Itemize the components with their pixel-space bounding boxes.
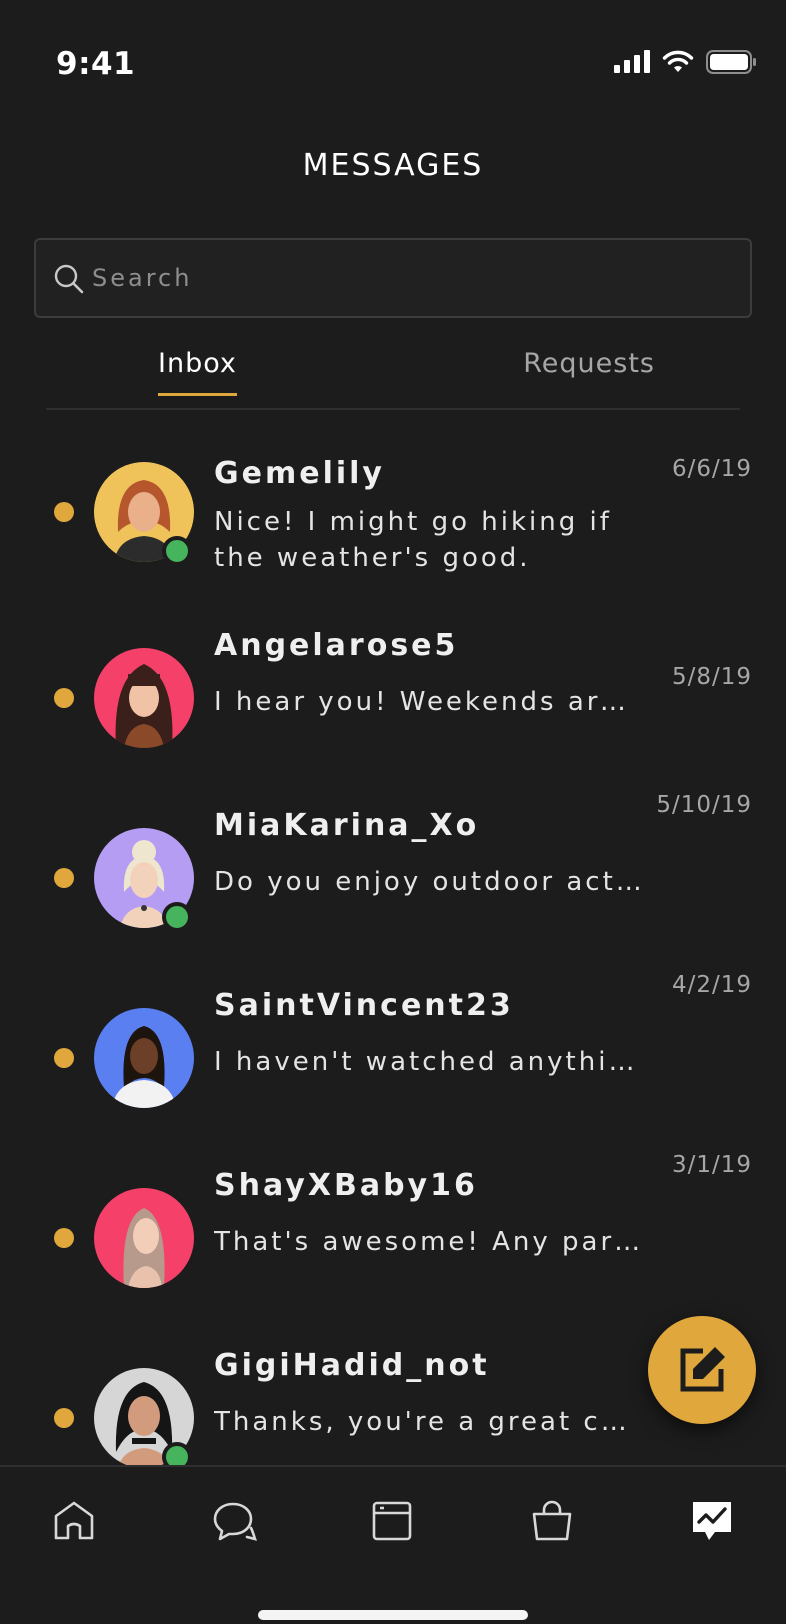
conversation-row[interactable]: Gemelily Nice! I might go hiking if the …	[0, 440, 786, 620]
message-preview: I haven't watched anythin…	[214, 1047, 644, 1077]
conversation-row[interactable]: MiaKarina_Xo Do you enjoy outdoor act… 5…	[0, 792, 786, 986]
contact-name: Angelarose5	[214, 628, 459, 663]
battery-icon	[706, 50, 756, 74]
contact-name: MiaKarina_Xo	[214, 808, 480, 843]
conversation-list: Gemelily Nice! I might go hiking if the …	[0, 410, 786, 1465]
message-preview: Thanks, you're a great ch…	[214, 1407, 644, 1437]
search-icon	[54, 264, 84, 294]
wifi-icon	[662, 50, 694, 72]
nav-chat[interactable]	[208, 1495, 260, 1547]
message-preview: Do you enjoy outdoor act…	[214, 867, 644, 897]
online-indicator	[162, 902, 192, 932]
message-tabs: Inbox Requests	[46, 340, 740, 410]
unread-indicator	[54, 1408, 74, 1428]
unread-indicator	[54, 688, 74, 708]
search-input[interactable]	[92, 240, 732, 316]
message-date: 6/6/19	[671, 456, 752, 482]
unread-indicator	[54, 1228, 74, 1248]
compose-button[interactable]	[648, 1316, 756, 1424]
avatar[interactable]	[94, 648, 194, 748]
message-date: 4/2/19	[671, 972, 752, 998]
unread-indicator	[54, 502, 74, 522]
tab-requests[interactable]: Requests	[523, 348, 655, 379]
messages-icon	[693, 1502, 731, 1540]
message-date: 5/10/19	[656, 792, 752, 818]
message-date: 5/8/19	[671, 664, 752, 690]
nav-feed[interactable]	[366, 1495, 418, 1547]
contact-name: Gemelily	[214, 456, 385, 491]
home-icon	[54, 1501, 94, 1540]
unread-indicator	[54, 868, 74, 888]
nav-shop[interactable]	[526, 1495, 578, 1547]
unread-indicator	[54, 1048, 74, 1068]
home-indicator	[258, 1610, 528, 1620]
compose-icon	[680, 1347, 725, 1392]
message-date: 3/1/19	[671, 1152, 752, 1178]
message-preview: I hear you! Weekends are…	[214, 687, 644, 717]
avatar-image	[94, 648, 194, 748]
status-time: 9:41	[56, 46, 136, 82]
page-title: MESSAGES	[302, 148, 484, 183]
contact-name: ShayXBaby16	[214, 1168, 478, 1203]
feed-icon	[372, 1501, 412, 1541]
bottom-nav	[0, 1465, 786, 1624]
conversation-row[interactable]: Angelarose5 I hear you! Weekends are… 5/…	[0, 626, 786, 806]
chat-icon	[213, 1502, 257, 1541]
message-preview: That's awesome! Any par…	[214, 1227, 644, 1257]
online-indicator	[162, 536, 192, 566]
conversation-row[interactable]: SaintVincent23 I haven't watched anythin…	[0, 972, 786, 1166]
avatar-image	[94, 1008, 194, 1108]
status-bar: 9:41	[0, 0, 786, 110]
online-indicator	[162, 1442, 192, 1465]
message-preview: Nice! I might go hiking if the weather's…	[214, 507, 612, 573]
nav-home[interactable]	[48, 1495, 100, 1547]
search-box[interactable]	[34, 238, 752, 318]
status-icons	[614, 50, 756, 74]
contact-name: GigiHadid_not	[214, 1348, 490, 1383]
signal-icon	[614, 50, 650, 73]
nav-messages[interactable]	[686, 1495, 738, 1547]
avatar[interactable]	[94, 1188, 194, 1288]
shop-icon	[532, 1500, 572, 1541]
avatar-image	[94, 1188, 194, 1288]
avatar[interactable]	[94, 1008, 194, 1108]
contact-name: SaintVincent23	[214, 988, 514, 1023]
conversation-row[interactable]: ShayXBaby16 That's awesome! Any par… 3/1…	[0, 1152, 786, 1346]
tab-inbox[interactable]: Inbox	[158, 348, 237, 396]
